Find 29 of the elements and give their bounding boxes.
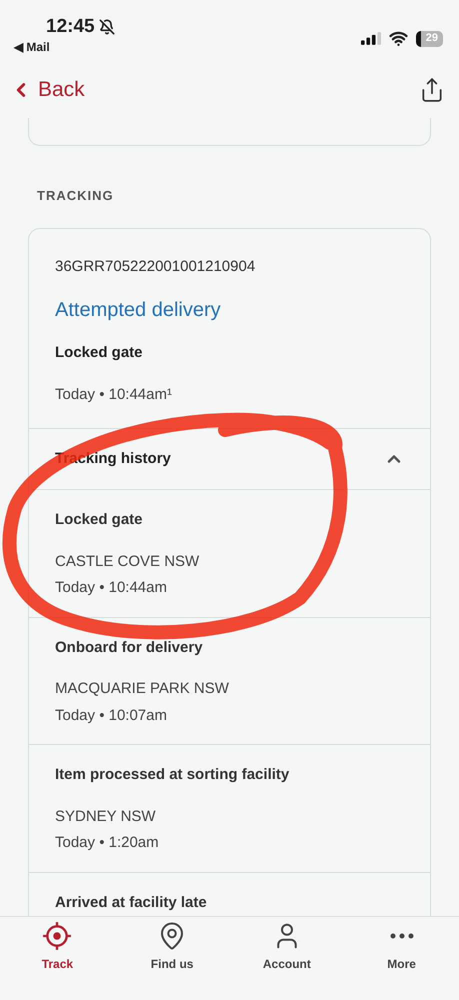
signal-icon: [360, 32, 381, 45]
event-time: Today • 10:44am: [55, 578, 168, 598]
event-title: Onboard for delivery: [55, 638, 204, 658]
event-title: Locked gate: [55, 510, 144, 530]
event-time: Today • 10:07am: [55, 706, 168, 726]
tab-bar-item[interactable]: Find us: [114, 921, 230, 981]
back-button[interactable]: Back: [10, 74, 85, 106]
delivery-status: Attempted delivery: [55, 298, 222, 323]
status-reason: Locked gate: [55, 343, 144, 363]
more-icon: [390, 933, 414, 939]
battery-indicator: 29: [416, 30, 443, 46]
bell-muted-icon: [98, 18, 115, 34]
status-time: Today • 10:44am¹: [55, 384, 173, 404]
tracking-number: 36GRR705222001001210904: [55, 256, 256, 276]
event-location: MACQUARIE PARK NSW: [55, 679, 230, 699]
section-heading: TRACKING: [36, 187, 115, 205]
event-location: CASTLE COVE NSW: [55, 552, 200, 572]
event-location: SYDNEY NSW: [55, 806, 157, 826]
tab-bar-item[interactable]: More: [344, 921, 459, 981]
event-title: Item processed at sorting facility: [55, 765, 290, 785]
back-label: Back: [38, 77, 85, 104]
event-title: Arrived at facility late: [55, 892, 208, 912]
crosshair-icon: [42, 921, 72, 951]
clock-time: 12:45: [46, 17, 95, 36]
wifi-icon: [388, 29, 408, 48]
back-to-app-link[interactable]: ◀ Mail: [14, 38, 115, 56]
event-time: Today • 1:20am: [55, 833, 160, 853]
tab-bar-item[interactable]: Account: [230, 921, 344, 981]
tab-bar-item[interactable]: Track: [0, 921, 115, 981]
